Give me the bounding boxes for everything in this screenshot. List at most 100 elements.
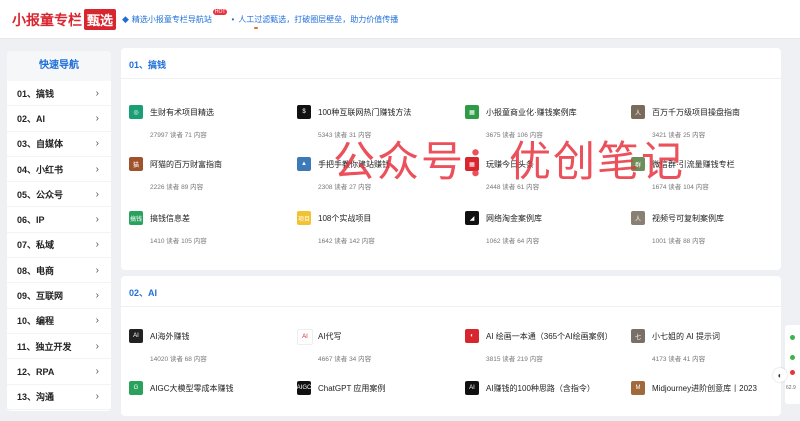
sidebar-item-label: 09、互联网 xyxy=(17,291,64,302)
site-name[interactable]: AI赚钱的100种思路（含指令） xyxy=(486,383,595,394)
dark-mode-toggle-icon[interactable]: ◐ xyxy=(773,368,787,382)
sidebar-item[interactable]: 01、搞钱 › xyxy=(7,81,111,107)
chevron-right-icon: › xyxy=(95,214,99,226)
site-card[interactable]: 人视频号可复制案例库 1001 读者 88 内容 xyxy=(631,211,791,251)
site-stats: 27997 读者 71 内容 xyxy=(150,132,207,139)
yellow-label-icon: 项目 xyxy=(297,211,311,225)
separator-dot: • xyxy=(231,15,235,24)
site-name[interactable]: 网络淘金案例库 xyxy=(486,213,542,224)
chevron-right-icon: › xyxy=(95,264,99,276)
portrait-icon: 人 xyxy=(631,105,645,119)
sidebar-item[interactable]: 10、编程 › xyxy=(7,309,111,334)
right-toolbar: 62.9 xyxy=(785,325,800,404)
sidebar-item[interactable]: 02、AI › xyxy=(7,106,111,132)
sidebar-item-label: 07、私域 xyxy=(17,240,55,251)
site-name[interactable]: 阿猫的百万财富指南 xyxy=(150,159,222,170)
site-name[interactable]: 108个实战项目 xyxy=(318,213,371,224)
sidebar-item[interactable]: 13、沟通 › xyxy=(7,385,111,410)
site-name[interactable]: Midjourney进阶创意库丨2023 xyxy=(652,383,757,394)
site-stats: 1001 读者 88 内容 xyxy=(652,238,706,245)
sidebar-item-label: 01、搞钱 xyxy=(17,88,55,99)
quick-nav-sidebar: 快速导航 01、搞钱 › 02、AI › 03、自媒体 › 04、小红书 › 05、公众号 › 06… xyxy=(7,51,111,411)
site-card[interactable]: G AIGC大模型零成本赚钱 xyxy=(129,381,289,421)
site-name[interactable]: AI 绘画一本通（365个AI绘画案例） xyxy=(486,331,613,342)
sidebar-item[interactable]: 06、IP › xyxy=(7,207,111,233)
site-card[interactable]: 搞钱 搞钱信息差 1410 读者 105 内容 xyxy=(129,211,289,251)
site-card[interactable]: AI AI赚钱的100种思路（含指令） xyxy=(465,381,625,421)
chevron-right-icon: › xyxy=(95,239,99,251)
site-card[interactable]: ◢ 网络淘金案例库 1062 读者 64 内容 xyxy=(465,211,625,251)
sidebar-list: 01、搞钱 › 02、AI › 03、自媒体 › 04、小红书 › 05、公众号 › 06、IP › 0… xyxy=(7,81,111,410)
site-logo[interactable]: 小报童专栏 甄选 xyxy=(12,9,117,30)
status-dot-icon xyxy=(790,355,795,360)
section-title: 02、AI xyxy=(129,288,158,298)
sidebar-item[interactable]: 11、独立开发 › xyxy=(7,334,111,360)
site-stats: 14020 读者 68 内容 xyxy=(150,356,207,363)
logo-badge: 甄选 xyxy=(84,9,117,30)
chevron-right-icon: › xyxy=(95,112,99,124)
site-name[interactable]: 100种互联网热门赚钱方法 xyxy=(318,107,411,118)
sidebar-item[interactable]: 05、公众号 › xyxy=(7,182,111,208)
site-card[interactable]: AI AI代写 4667 读者 34 内容 xyxy=(297,329,457,369)
chevron-right-icon: › xyxy=(95,163,99,175)
site-name[interactable]: AI海外赚钱 xyxy=(150,331,190,342)
site-name[interactable]: ChatGPT 应用案例 xyxy=(318,383,385,394)
sidebar-item-label: 04、小红书 xyxy=(17,164,64,175)
site-card[interactable]: ◐ AI 绘画一本通（365个AI绘画案例） 3815 读者 219 内容 xyxy=(465,329,625,369)
site-stats: 2226 读者 89 内容 xyxy=(150,184,204,191)
site-name[interactable]: AI代写 xyxy=(318,331,342,342)
notice-slogan[interactable]: 人工过滤甄选，打破圈层壁垒，助力价值传播 xyxy=(238,14,398,25)
site-name[interactable]: 生财有术项目精选 xyxy=(150,107,214,118)
section-divider xyxy=(121,306,781,307)
site-card[interactable]: 项目 108个实战项目 1642 读者 142 内容 xyxy=(297,211,457,251)
cat-avatar-icon: 猫 xyxy=(129,157,143,171)
sidebar-item[interactable]: 03、自媒体 › xyxy=(7,132,111,157)
site-card[interactable]: 七小七姐的 AI 提示词 4173 读者 41 内容 xyxy=(631,329,791,369)
site-stats: 3815 读者 219 内容 xyxy=(486,356,543,363)
sidebar-item[interactable]: 04、小红书 › xyxy=(7,157,111,183)
watermark-text: 公众号：优创笔记 xyxy=(333,137,686,186)
site-card[interactable]: 猫阿猫的百万财富指南 2226 读者 89 内容 xyxy=(129,157,289,197)
chevron-right-icon: › xyxy=(95,87,99,99)
robot-icon: AI xyxy=(129,329,143,343)
site-card[interactable]: M Midjourney进阶创意库丨2023 xyxy=(631,381,791,421)
site-card[interactable]: ◎ 生财有术项目精选 27997 读者 71 内容 xyxy=(129,105,289,145)
active-underline xyxy=(254,27,258,29)
hot-badge: HOT xyxy=(212,8,228,15)
landscape-icon: ▲ xyxy=(297,157,311,171)
section-title: 01、搞钱 xyxy=(129,60,167,70)
avatar-icon: 七 xyxy=(631,329,645,343)
site-name[interactable]: 视频号可复制案例库 xyxy=(652,213,724,224)
notice-site-title[interactable]: 精选小报童专栏导航站 xyxy=(132,14,212,25)
green-grid-icon: ▦ xyxy=(465,105,479,119)
sidebar-item-label: 02、AI xyxy=(17,113,46,124)
site-name[interactable]: 百万千万级项目操盘指南 xyxy=(652,107,740,118)
diamond-icon: ◆ xyxy=(122,14,129,24)
person-icon: 人 xyxy=(631,211,645,225)
sidebar-item[interactable]: 07、私域 › xyxy=(7,233,111,259)
logo-text: 小报童专栏 xyxy=(12,11,82,28)
ai-text-icon: AI xyxy=(297,329,313,345)
top-header: 小报童专栏 甄选 ◆ 精选小报童专栏导航站 HOT • 人工过滤甄选，打破圈层壁… xyxy=(0,0,800,39)
site-name[interactable]: 小报童商业化·赚钱案例库 xyxy=(486,107,577,118)
site-stats: 1642 读者 142 内容 xyxy=(318,238,375,245)
ring-icon: ◎ xyxy=(129,105,143,119)
sidebar-title: 快速导航 xyxy=(7,51,111,81)
site-card[interactable]: AI AI海外赚钱 14020 读者 68 内容 xyxy=(129,329,289,369)
sidebar-item-label: 08、电商 xyxy=(17,265,55,276)
sidebar-item[interactable]: 12、RPA › xyxy=(7,359,111,385)
aigc-icon: AIGC xyxy=(297,381,311,395)
site-name[interactable]: 小七姐的 AI 提示词 xyxy=(652,331,720,342)
site-name[interactable]: 搞钱信息差 xyxy=(150,213,190,224)
sidebar-item-label: 10、编程 xyxy=(17,316,55,327)
chevron-right-icon: › xyxy=(95,391,99,403)
notice-bar: ◆ 精选小报童专栏导航站 HOT • 人工过滤甄选，打破圈层壁垒，助力价值传播 xyxy=(122,8,398,25)
dark-square-icon: $ xyxy=(297,105,311,119)
site-name[interactable]: AIGC大模型零成本赚钱 xyxy=(150,383,234,394)
site-stats: 1410 读者 105 内容 xyxy=(150,238,207,245)
sidebar-item-label: 05、公众号 xyxy=(17,189,64,200)
site-stats: 4667 读者 34 内容 xyxy=(318,356,372,363)
site-card[interactable]: AIGC ChatGPT 应用案例 xyxy=(297,381,457,421)
sidebar-item[interactable]: 09、互联网 › xyxy=(7,283,111,309)
sidebar-item[interactable]: 08、电商 › xyxy=(7,258,111,284)
